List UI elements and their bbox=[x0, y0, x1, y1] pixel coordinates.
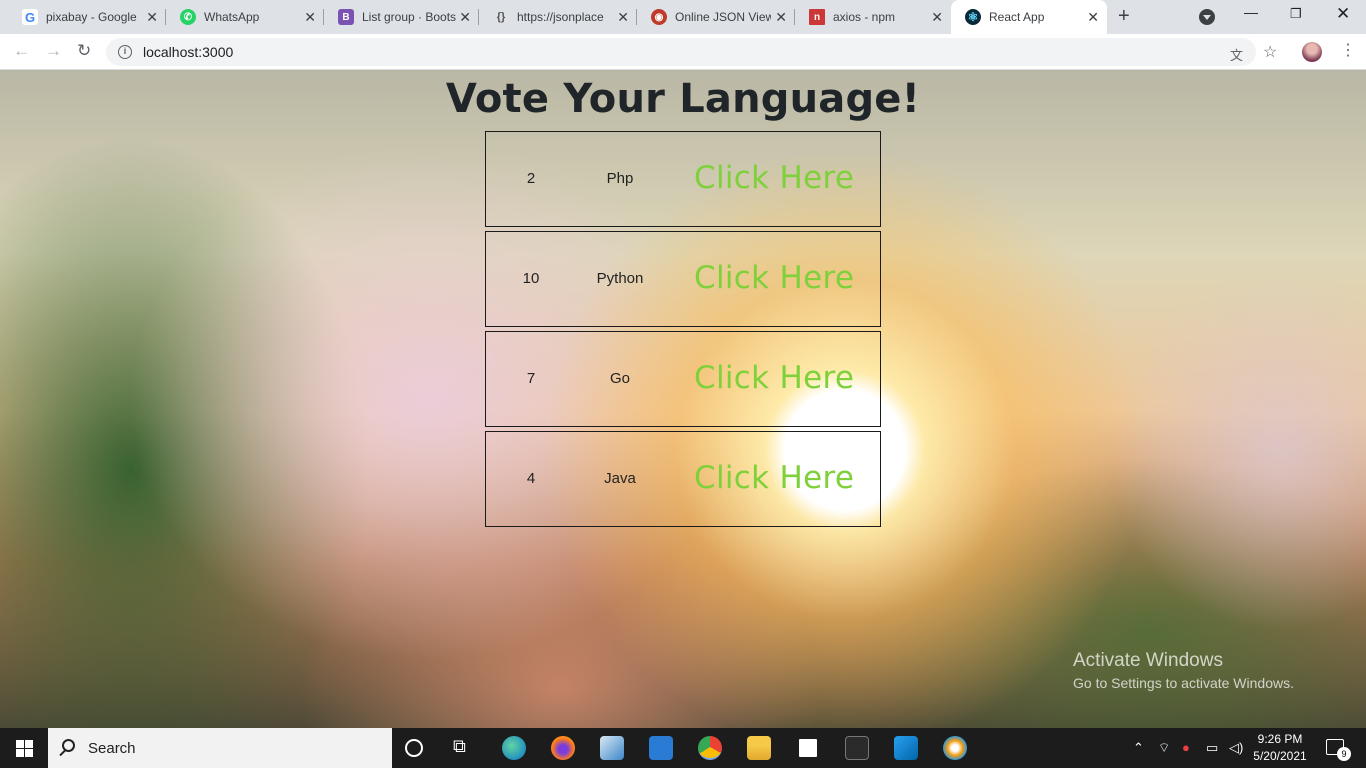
vote-button[interactable]: Click Here bbox=[694, 260, 854, 296]
edge-icon[interactable] bbox=[502, 736, 526, 760]
cortana-icon[interactable] bbox=[405, 739, 423, 757]
browser-toolbar: ← → ↻ i localhost:3000 文 ☆ ⋮ bbox=[0, 34, 1366, 70]
battery-icon[interactable]: ▭ bbox=[1206, 740, 1218, 756]
language-name: Python bbox=[596, 270, 644, 287]
mail-icon[interactable] bbox=[649, 736, 673, 760]
network-icon[interactable]: ⌔ bbox=[1158, 740, 1170, 756]
tab-react-app[interactable]: ⚛ React App ✕ bbox=[951, 0, 1107, 34]
tab-axios-npm[interactable]: n axios - npm ✕ bbox=[795, 0, 951, 34]
task-view-icon[interactable]: ⧉ bbox=[453, 736, 477, 760]
watermark-title: Activate Windows bbox=[1073, 650, 1223, 671]
windows-taskbar: Search ⧉ ⌃ ⌔ ● ▭ ◁) 9:26 PM 5/20/2021 9 bbox=[0, 728, 1366, 768]
close-tab-icon[interactable]: ✕ bbox=[459, 9, 471, 25]
show-hidden-icons-icon[interactable]: ⌃ bbox=[1133, 740, 1144, 756]
tab-title: List group · Boots bbox=[362, 10, 457, 24]
tab-pixabay-google[interactable]: G pixabay - Google ✕ bbox=[8, 0, 166, 34]
restore-icon[interactable]: ❐ bbox=[1290, 6, 1302, 22]
vote-count: 7 bbox=[526, 370, 536, 387]
tab-strip: G pixabay - Google ✕ ✆ WhatsApp ✕ B List… bbox=[0, 0, 1366, 34]
search-placeholder: Search bbox=[88, 740, 136, 757]
vote-button[interactable]: Click Here bbox=[694, 360, 854, 396]
vote-button[interactable]: Click Here bbox=[694, 460, 854, 496]
tab-title: pixabay - Google bbox=[46, 10, 137, 24]
npm-icon: n bbox=[809, 9, 825, 25]
language-name: Go bbox=[609, 370, 630, 387]
volume-icon[interactable]: ◁) bbox=[1229, 740, 1243, 756]
google-icon: G bbox=[22, 9, 38, 25]
chrome-icon[interactable] bbox=[698, 736, 722, 760]
profile-avatar[interactable] bbox=[1302, 42, 1322, 62]
store-icon[interactable] bbox=[796, 736, 820, 760]
close-tab-icon[interactable]: ✕ bbox=[617, 9, 629, 25]
tab-whatsapp[interactable]: ✆ WhatsApp ✕ bbox=[166, 0, 324, 34]
bootstrap-icon: B bbox=[338, 9, 354, 25]
close-tab-icon[interactable]: ✕ bbox=[775, 9, 787, 25]
clock-date: 5/20/2021 bbox=[1253, 749, 1307, 763]
control-panel-icon[interactable] bbox=[600, 736, 624, 760]
close-tab-icon[interactable]: ✕ bbox=[146, 9, 158, 25]
language-name: Java bbox=[604, 470, 636, 487]
tab-title: Online JSON View bbox=[675, 10, 771, 24]
minimize-icon[interactable]: — bbox=[1244, 4, 1258, 20]
tab-title: axios - npm bbox=[833, 10, 896, 24]
page-background: Vote Your Language! 2 Php Click Here 10 … bbox=[0, 70, 1366, 728]
search-icon bbox=[62, 739, 75, 752]
watermark-subtitle: Go to Settings to activate Windows. bbox=[1073, 675, 1294, 691]
reload-icon[interactable]: ↻ bbox=[77, 42, 91, 60]
tab-search-icon[interactable] bbox=[1199, 9, 1215, 25]
jsonplaceholder-icon: {} bbox=[496, 11, 506, 23]
onedrive-error-icon[interactable]: ● bbox=[1182, 740, 1190, 755]
url-text[interactable]: localhost:3000 bbox=[143, 44, 233, 60]
browser-menu-icon[interactable]: ⋮ bbox=[1340, 40, 1356, 60]
tab-title: https://jsonplace bbox=[517, 10, 604, 24]
notification-center-icon[interactable]: 9 bbox=[1326, 739, 1351, 761]
tab-title: WhatsApp bbox=[204, 10, 260, 24]
paint-icon[interactable] bbox=[943, 736, 967, 760]
vote-list: 2 Php Click Here 10 Python Click Here 7 … bbox=[485, 131, 881, 531]
system-clock[interactable]: 9:26 PM 5/20/2021 bbox=[1250, 731, 1310, 765]
back-arrow-icon[interactable]: ← bbox=[13, 42, 30, 60]
json-viewer-icon: ◉ bbox=[651, 9, 667, 25]
vote-count: 4 bbox=[526, 470, 536, 487]
windows-start-icon[interactable] bbox=[16, 740, 33, 757]
tab-online-json-viewer[interactable]: ◉ Online JSON View ✕ bbox=[637, 0, 795, 34]
close-tab-icon[interactable]: ✕ bbox=[1087, 9, 1099, 25]
vote-row-python: 10 Python Click Here bbox=[485, 231, 881, 327]
translate-icon[interactable]: 文 bbox=[1230, 45, 1243, 64]
tab-title: React App bbox=[989, 10, 1045, 24]
vscode-icon[interactable] bbox=[894, 736, 918, 760]
bookmark-star-icon[interactable]: ☆ bbox=[1263, 42, 1277, 62]
tab-jsonplaceholder[interactable]: {} https://jsonplace ✕ bbox=[479, 0, 637, 34]
vote-count: 2 bbox=[526, 170, 536, 187]
vote-button[interactable]: Click Here bbox=[694, 160, 854, 196]
clock-time: 9:26 PM bbox=[1257, 732, 1303, 746]
address-bar[interactable]: i localhost:3000 文 bbox=[106, 38, 1256, 66]
language-name: Php bbox=[606, 170, 634, 187]
close-tab-icon[interactable]: ✕ bbox=[304, 9, 316, 25]
firefox-icon[interactable] bbox=[551, 736, 575, 760]
react-icon: ⚛ bbox=[965, 9, 981, 25]
vote-count: 10 bbox=[522, 270, 540, 287]
vote-row-java: 4 Java Click Here bbox=[485, 431, 881, 527]
whatsapp-icon: ✆ bbox=[180, 9, 196, 25]
vote-row-php: 2 Php Click Here bbox=[485, 131, 881, 227]
taskbar-search-box[interactable]: Search bbox=[48, 728, 392, 768]
vote-row-go: 7 Go Click Here bbox=[485, 331, 881, 427]
new-tab-button[interactable]: + bbox=[1118, 5, 1130, 28]
page-title: Vote Your Language! bbox=[445, 76, 921, 122]
site-info-icon[interactable]: i bbox=[118, 45, 132, 59]
close-tab-icon[interactable]: ✕ bbox=[931, 9, 943, 25]
notification-badge: 9 bbox=[1337, 747, 1351, 761]
tab-bootstrap-list-group[interactable]: B List group · Boots ✕ bbox=[324, 0, 479, 34]
file-explorer-icon[interactable] bbox=[747, 736, 771, 760]
activate-windows-watermark: Activate Windows Go to Settings to activ… bbox=[1073, 650, 1294, 691]
mysql-icon[interactable] bbox=[845, 736, 869, 760]
forward-arrow-icon[interactable]: → bbox=[45, 42, 62, 60]
close-window-icon[interactable]: ✕ bbox=[1336, 4, 1350, 24]
